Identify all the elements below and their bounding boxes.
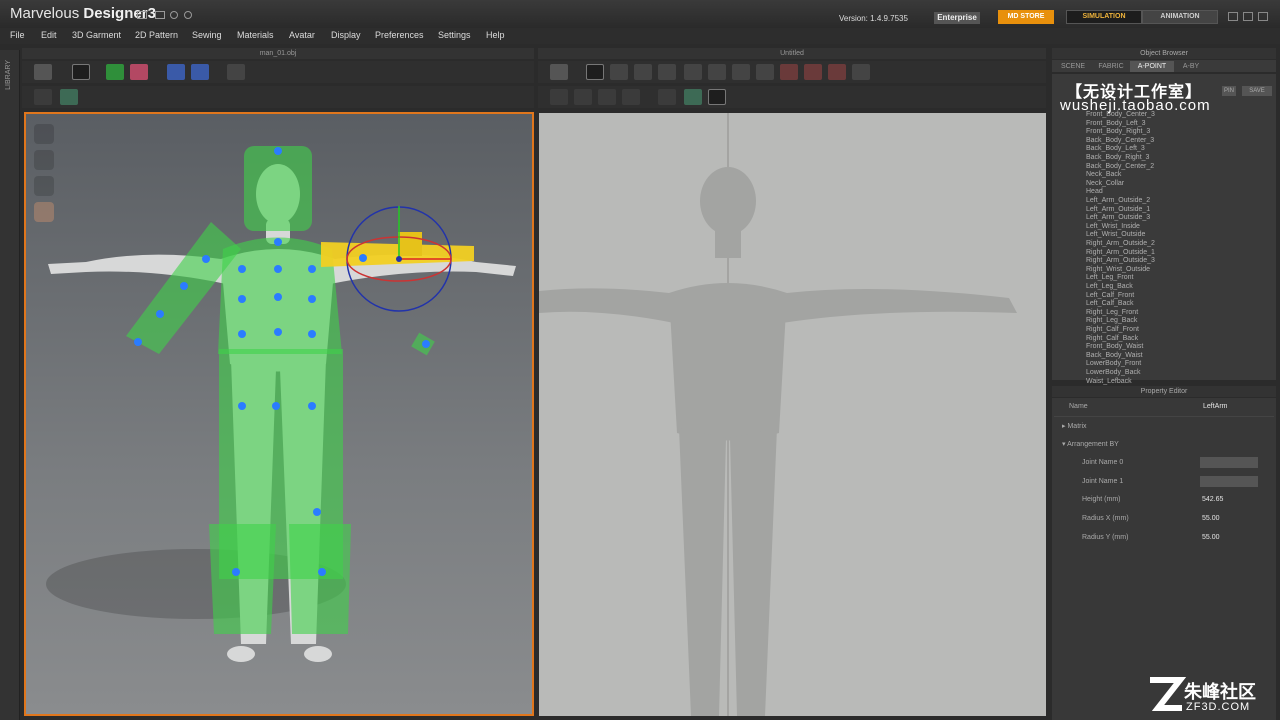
minimize-icon[interactable] (1228, 12, 1238, 21)
menu-display[interactable]: Display (331, 30, 361, 40)
section-matrix[interactable]: ▸ Matrix (1062, 422, 1087, 430)
radius-y-label: Radius Y (mm) (1082, 534, 1129, 541)
tab-a-point[interactable]: A-POINT (1130, 61, 1174, 72)
circle-tool-icon[interactable] (732, 64, 750, 80)
save-icon[interactable] (137, 11, 147, 19)
library-strip[interactable] (0, 50, 20, 720)
dart-tool-icon[interactable] (780, 64, 798, 80)
garment-tool-2-icon[interactable] (130, 64, 148, 80)
menu-2d-pattern[interactable]: 2D Pattern (135, 30, 178, 40)
animation-mode-button[interactable]: ANIMATION (1142, 10, 1218, 24)
fold-tool-icon[interactable] (574, 89, 592, 105)
title-bar: Marvelous Designer3 Version: 1.4.9.7535 … (0, 0, 1280, 28)
tab-a-by[interactable]: A-BY (1174, 61, 1208, 72)
tab-scene[interactable]: SCENE (1054, 61, 1092, 72)
divider (1054, 416, 1274, 417)
simulation-mode-button[interactable]: SIMULATION (1066, 10, 1142, 24)
selection-handle (398, 232, 422, 256)
radius-x-label: Radius X (mm) (1082, 515, 1129, 522)
edit-curve-tool-icon[interactable] (622, 89, 640, 105)
object-browser-title: Object Browser (1052, 48, 1276, 59)
joint0-field[interactable] (1200, 457, 1258, 468)
tack-tool-icon[interactable] (191, 64, 209, 80)
viewport-2d[interactable] (539, 113, 1046, 716)
site-logo-url: ZF3D.COM (1186, 701, 1251, 713)
texture-tool-icon[interactable] (852, 64, 870, 80)
toolbar-2d-top (538, 61, 1046, 83)
avatar-silhouette (539, 113, 1017, 716)
scene-3d (46, 146, 516, 662)
save-button[interactable]: SAVE (1242, 86, 1272, 96)
object-browser-tabs: SCENE FABRIC A-POINT A-BY (1052, 60, 1276, 72)
menu-preferences[interactable]: Preferences (375, 30, 424, 40)
edit-point-tool-icon[interactable] (610, 64, 628, 80)
silhouette-shape (539, 167, 1017, 716)
list-item[interactable]: Waist_Lefback (1086, 377, 1132, 386)
open-icon[interactable] (155, 11, 165, 19)
undo-icon[interactable] (170, 11, 178, 19)
height-label: Height (mm) (1082, 496, 1121, 503)
select-tool-icon[interactable] (34, 89, 52, 105)
library-label: LIBRARY (5, 60, 12, 90)
menu-file[interactable]: File (10, 30, 25, 40)
radius-x-value[interactable]: 55.00 (1202, 515, 1220, 522)
window-3d-title: man_01.obj (22, 48, 534, 59)
menu-3d-garment[interactable]: 3D Garment (72, 30, 121, 40)
section-arrangement[interactable]: ▾ Arrangement BY (1062, 440, 1119, 448)
menu-edit[interactable]: Edit (41, 30, 57, 40)
name-value[interactable]: LeftArm (1203, 403, 1228, 410)
watermark-url: wusheji.taobao.com (1060, 97, 1211, 114)
pin-button[interactable]: PIN (1222, 86, 1236, 96)
version-text: Version: 1.4.9.7535 (839, 14, 908, 23)
arrangement-2d-icon[interactable] (684, 89, 702, 105)
toolbar-3d-bottom (22, 86, 534, 108)
menu-settings[interactable]: Settings (438, 30, 471, 40)
toolbar-3d-top (22, 61, 534, 83)
free-sewing-tool-icon[interactable] (828, 64, 846, 80)
joint0-label: Joint Name 0 (1082, 459, 1124, 466)
redo-icon[interactable] (184, 11, 192, 19)
menu-bar: File Edit 3D Garment 2D Pattern Sewing M… (0, 28, 1280, 44)
rectangle-tool-icon[interactable] (708, 64, 726, 80)
joint1-label: Joint Name 1 (1082, 478, 1124, 485)
app-title: Marvelous Designer3 (10, 5, 156, 22)
md-store-button[interactable]: MD STORE (998, 10, 1054, 24)
pin-tool-icon[interactable] (167, 64, 185, 80)
menu-materials[interactable]: Materials (237, 30, 274, 40)
reset-2d-icon[interactable] (550, 64, 568, 80)
select-move-tool-icon[interactable] (72, 64, 90, 80)
segment-sewing-tool-icon[interactable] (804, 64, 822, 80)
viewport-3d[interactable] (24, 112, 534, 716)
menu-help[interactable]: Help (486, 30, 505, 40)
polygon-tool-icon[interactable] (684, 64, 702, 80)
measure-tool-icon[interactable] (227, 64, 245, 80)
tab-fabric[interactable]: FABRIC (1092, 61, 1130, 72)
toolbar-2d-bottom (538, 86, 1046, 108)
ruler-tool-icon[interactable] (708, 89, 726, 105)
trace-tool-icon[interactable] (598, 89, 616, 105)
name-label: Name (1069, 403, 1088, 410)
seam-tool-icon[interactable] (550, 89, 568, 105)
curve-point-tool-icon[interactable] (634, 64, 652, 80)
radius-y-value[interactable]: 55.00 (1202, 534, 1220, 541)
edition-badge: Enterprise (934, 12, 980, 24)
internal-polygon-tool-icon[interactable] (756, 64, 774, 80)
window-2d-title: Untitled (538, 48, 1046, 59)
menu-sewing[interactable]: Sewing (192, 30, 222, 40)
menu-avatar[interactable]: Avatar (289, 30, 315, 40)
edit-pattern-tool-icon[interactable] (586, 64, 604, 80)
height-value[interactable]: 542.65 (1202, 496, 1223, 503)
garment-tool-icon[interactable] (106, 64, 124, 80)
property-editor-title: Property Editor (1052, 386, 1276, 397)
drop-arrow-icon[interactable] (34, 64, 52, 80)
close-icon[interactable] (1258, 12, 1268, 21)
maximize-icon[interactable] (1243, 12, 1253, 21)
joint1-field[interactable] (1200, 476, 1258, 487)
arrangement-tool-icon[interactable] (60, 89, 78, 105)
add-point-tool-icon[interactable] (658, 64, 676, 80)
select-2d-tool-icon[interactable] (658, 89, 676, 105)
